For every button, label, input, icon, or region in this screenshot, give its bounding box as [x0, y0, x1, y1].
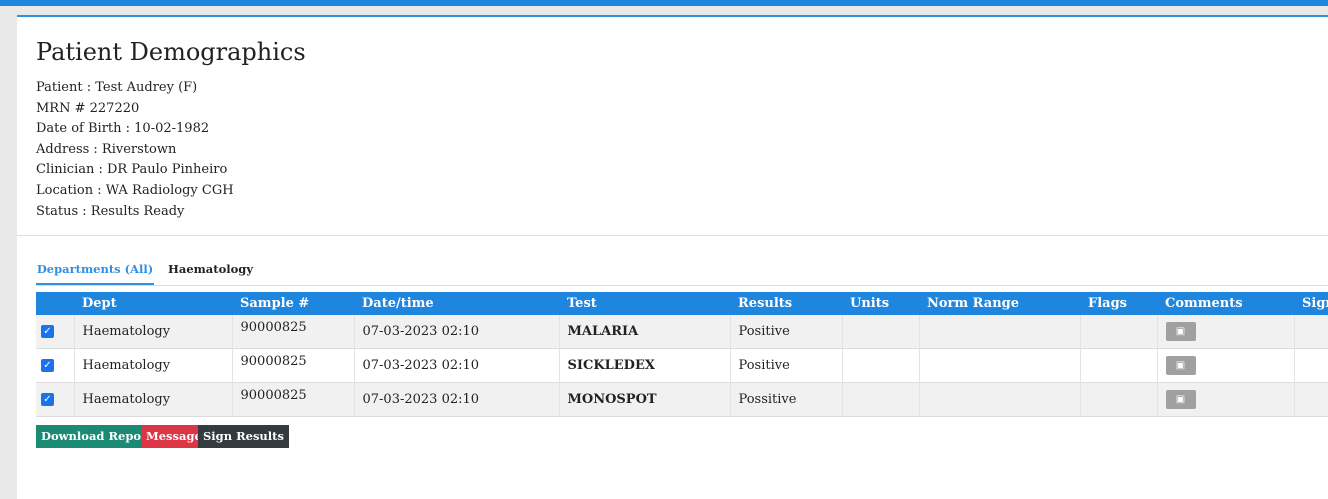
- checkbox-checked-icon[interactable]: ✓: [41, 359, 54, 372]
- patient-clinician: Clinician : DR Paulo Pinheiro: [36, 162, 228, 178]
- results-table: Dept Sample # Date/time Test Results Uni…: [36, 292, 1328, 417]
- sign-results-button[interactable]: Sign Results: [198, 425, 289, 448]
- table-row: ✓ Haematology 90000825 07-03-2023 02:10 …: [36, 382, 1328, 417]
- result-cell: Possitive: [730, 382, 843, 417]
- col-units[interactable]: Units: [842, 292, 919, 315]
- patient-name: Patient : Test Audrey (F): [36, 80, 198, 95]
- row-select-cell: ✓: [36, 315, 75, 349]
- table-header-row: Dept Sample # Date/time Test Results Uni…: [36, 292, 1328, 315]
- comment-icon[interactable]: ▣: [1165, 390, 1196, 409]
- sample-cell: 90000825: [232, 348, 355, 383]
- sample-cell: 90000825: [232, 382, 355, 417]
- row-select-cell: ✓: [36, 382, 75, 417]
- patient-location: Location : WA Radiology CGH: [36, 182, 234, 198]
- top-bar: [0, 0, 1328, 6]
- comment-icon[interactable]: ▣: [1165, 322, 1196, 341]
- table-row: ✓ Haematology 90000825 07-03-2023 02:10 …: [36, 315, 1328, 349]
- patient-address: Address : Riverstown: [36, 141, 177, 157]
- dept-cell: Haematology: [74, 315, 233, 349]
- checkbox-checked-icon[interactable]: ✓: [41, 393, 54, 406]
- patient-status: Status : Results Ready: [36, 203, 185, 219]
- flags-cell: [1080, 315, 1158, 349]
- patient-mrn: MRN # 227220: [36, 100, 140, 116]
- divider: [17, 235, 1328, 236]
- table-row: ✓ Haematology 90000825 07-03-2023 02:10 …: [36, 348, 1328, 383]
- col-dept[interactable]: Dept: [74, 292, 232, 315]
- page-title: Patient Demographics: [36, 38, 306, 66]
- department-tabs: Departments (All) Haematology: [36, 259, 1328, 286]
- norm-range-cell: [919, 382, 1081, 417]
- col-flags[interactable]: Flags: [1080, 292, 1157, 315]
- test-cell: SICKLEDEX: [559, 348, 731, 383]
- col-sign[interactable]: Sign: [1294, 292, 1328, 315]
- tab-haematology[interactable]: Haematology: [168, 259, 253, 283]
- comment-icon[interactable]: ▣: [1165, 356, 1196, 375]
- flags-cell: [1080, 348, 1158, 383]
- comments-cell: ▣: [1157, 348, 1295, 383]
- col-select: [36, 292, 74, 315]
- main-panel: Patient Demographics Patient : Test Audr…: [17, 15, 1328, 499]
- message-button[interactable]: Message: [141, 425, 207, 448]
- comments-cell: ▣: [1157, 382, 1295, 417]
- col-norm-range[interactable]: Norm Range: [919, 292, 1080, 315]
- sign-cell: [1294, 315, 1328, 349]
- col-comments[interactable]: Comments: [1157, 292, 1294, 315]
- checkbox-checked-icon[interactable]: ✓: [41, 325, 54, 338]
- test-cell: MALARIA: [559, 315, 731, 349]
- units-cell: [842, 315, 920, 349]
- norm-range-cell: [919, 315, 1081, 349]
- download-report-button[interactable]: Download Report: [36, 425, 158, 448]
- units-cell: [842, 348, 920, 383]
- patient-dob: Date of Birth : 10-02-1982: [36, 121, 210, 137]
- col-datetime[interactable]: Date/time: [354, 292, 559, 315]
- patient-info: Patient : Test Audrey (F) MRN # 227220 D…: [36, 78, 234, 222]
- row-select-cell: ✓: [36, 348, 75, 383]
- datetime-cell: 07-03-2023 02:10: [354, 382, 560, 417]
- result-cell: Positive: [730, 315, 843, 349]
- dept-cell: Haematology: [74, 348, 233, 383]
- sign-cell: [1294, 382, 1328, 417]
- test-cell: MONOSPOT: [559, 382, 731, 417]
- col-sample[interactable]: Sample #: [232, 292, 354, 315]
- datetime-cell: 07-03-2023 02:10: [354, 315, 560, 349]
- col-test[interactable]: Test: [559, 292, 730, 315]
- result-cell: Positive: [730, 348, 843, 383]
- col-results[interactable]: Results: [730, 292, 842, 315]
- sample-cell: 90000825: [232, 315, 355, 349]
- norm-range-cell: [919, 348, 1081, 383]
- flags-cell: [1080, 382, 1158, 417]
- datetime-cell: 07-03-2023 02:10: [354, 348, 560, 383]
- sign-cell: [1294, 348, 1328, 383]
- tab-departments-all[interactable]: Departments (All): [36, 259, 154, 285]
- units-cell: [842, 382, 920, 417]
- comments-cell: ▣: [1157, 315, 1295, 349]
- dept-cell: Haematology: [74, 382, 233, 417]
